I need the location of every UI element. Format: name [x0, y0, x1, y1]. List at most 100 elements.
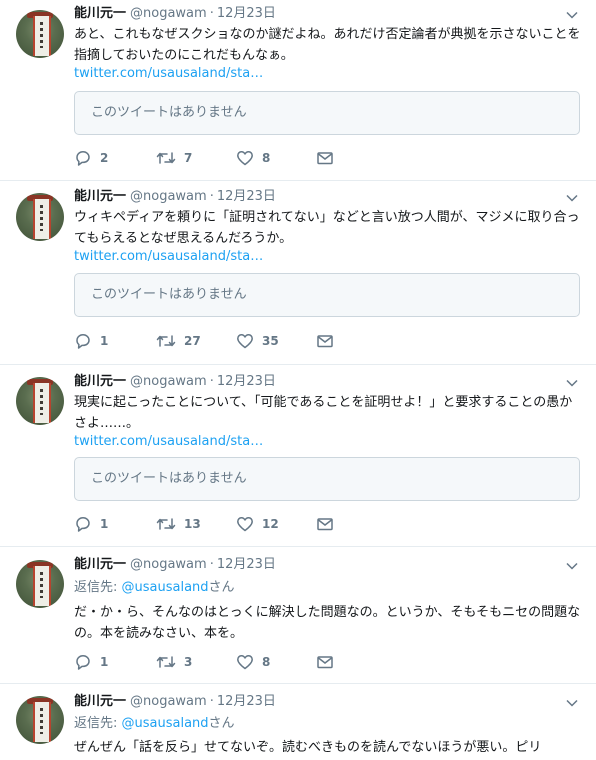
display-name[interactable]: 能川元一 — [74, 6, 126, 21]
user-handle[interactable]: @nogawam — [130, 6, 207, 21]
retweet-button[interactable]: 13 — [156, 514, 201, 534]
retweet-button[interactable]: 3 — [156, 652, 192, 672]
retweet-button[interactable]: 7 — [156, 148, 192, 168]
tweet-link[interactable]: twitter.com/usausaland/sta… — [74, 432, 263, 452]
separator: · — [209, 694, 214, 709]
reply-mention-link[interactable]: @usausaland — [122, 716, 209, 731]
quoted-tweet-unavailable[interactable]: このツイートはありません — [74, 91, 580, 135]
reply-icon — [76, 517, 90, 532]
reply-suffix: さん — [208, 580, 235, 595]
like-button[interactable]: 35 — [236, 331, 279, 351]
tweet-header: 能川元一 @nogawam · 12月23日 — [74, 372, 276, 392]
reply-button[interactable]: 1 — [74, 331, 108, 351]
tweet-text: ぜんぜん「話を反ら」せてないぞ。読むべきものを読んでないほうが悪い。ピリ — [74, 740, 542, 755]
retweet-icon — [156, 335, 176, 347]
envelope-icon — [317, 518, 333, 531]
envelope-icon — [317, 656, 333, 669]
like-count: 12 — [262, 517, 279, 531]
direct-message-button[interactable] — [316, 514, 334, 534]
reply-count: 1 — [100, 517, 109, 531]
reply-icon — [76, 655, 90, 670]
quoted-tweet-unavailable[interactable]: このツイートはありません — [74, 457, 580, 501]
chevron-down-icon[interactable] — [566, 9, 578, 21]
tweet[interactable]: 能川元一 @nogawam · 12月23日 現実に起こったことについて、「可能である… — [0, 365, 596, 547]
reply-button[interactable]: 1 — [74, 652, 108, 672]
retweet-count: 3 — [184, 655, 193, 669]
reply-mention-link[interactable]: @usausaland — [122, 580, 209, 595]
avatar[interactable] — [16, 10, 64, 58]
reply-context: 返信先: @usausalandさん — [74, 714, 235, 734]
avatar[interactable] — [16, 560, 64, 608]
like-button[interactable]: 8 — [236, 652, 270, 672]
reply-count: 1 — [100, 334, 109, 348]
tweet-date[interactable]: 12月23日 — [217, 6, 276, 21]
timeline: 能川元一 @nogawam · 12月23日 あと、これもなぜスクショなのか謎だよね。… — [0, 0, 596, 760]
separator: · — [209, 557, 214, 572]
retweet-count: 13 — [184, 517, 201, 531]
chevron-down-icon[interactable] — [566, 377, 578, 389]
display-name[interactable]: 能川元一 — [74, 189, 126, 204]
quote-unavailable-text: このツイートはありません — [91, 105, 247, 120]
user-handle[interactable]: @nogawam — [130, 694, 207, 709]
avatar[interactable] — [16, 377, 64, 425]
chevron-down-icon[interactable] — [566, 560, 578, 572]
reply-icon — [76, 334, 90, 349]
heart-icon — [237, 655, 253, 670]
tweet[interactable]: 能川元一 @nogawam · 12月23日 あと、これもなぜスクショなのか謎だよね。… — [0, 0, 596, 181]
tweet-actions: 1 3 8 — [74, 652, 374, 672]
tweet-header: 能川元一 @nogawam · 12月23日 — [74, 187, 276, 207]
tweet-link[interactable]: twitter.com/usausaland/sta… — [74, 64, 263, 84]
display-name[interactable]: 能川元一 — [74, 374, 126, 389]
quote-unavailable-text: このツイートはありません — [91, 287, 247, 302]
tweet-text: ウィキペディアを頼りに「証明されてない」などと言い放つ人間が、マジメに取り合って… — [74, 210, 580, 246]
envelope-icon — [317, 335, 333, 348]
avatar[interactable] — [16, 696, 64, 744]
tweet-date[interactable]: 12月23日 — [217, 557, 276, 572]
direct-message-button[interactable] — [316, 148, 334, 168]
tweet-date[interactable]: 12月23日 — [217, 694, 276, 709]
tweet[interactable]: 能川元一 @nogawam · 12月23日 返信先: @usausalandさん ぜ… — [0, 684, 596, 760]
tweet-actions: 1 27 35 — [74, 331, 374, 351]
chevron-down-icon[interactable] — [566, 697, 578, 709]
tweet-date[interactable]: 12月23日 — [217, 189, 276, 204]
user-handle[interactable]: @nogawam — [130, 557, 207, 572]
tweet-text: だ・か・ら、そんなのはとっくに解決した問題なの。というか、そもそもニセの問題なの… — [74, 605, 581, 641]
reply-icon — [76, 151, 90, 166]
separator: · — [209, 189, 214, 204]
envelope-icon — [317, 152, 333, 165]
like-button[interactable]: 12 — [236, 514, 279, 534]
tweet-header: 能川元一 @nogawam · 12月23日 — [74, 692, 276, 712]
retweet-icon — [156, 656, 176, 668]
heart-icon — [237, 517, 253, 532]
like-count: 8 — [262, 151, 271, 165]
tweet[interactable]: 能川元一 @nogawam · 12月23日 ウィキペディアを頼りに「証明されてない」… — [0, 181, 596, 365]
direct-message-button[interactable] — [316, 652, 334, 672]
user-handle[interactable]: @nogawam — [130, 374, 207, 389]
tweet-text: あと、これもなぜスクショなのか謎だよね。あれだけ否定論者が典拠を示さないことを指… — [74, 27, 581, 63]
like-count: 8 — [262, 655, 271, 669]
user-handle[interactable]: @nogawam — [130, 189, 207, 204]
direct-message-button[interactable] — [316, 331, 334, 351]
tweet-link[interactable]: twitter.com/usausaland/sta… — [74, 247, 263, 267]
reply-prefix: 返信先: — [74, 716, 122, 731]
quote-unavailable-text: このツイートはありません — [91, 471, 247, 486]
display-name[interactable]: 能川元一 — [74, 694, 126, 709]
tweet-date[interactable]: 12月23日 — [217, 374, 276, 389]
separator: · — [209, 6, 214, 21]
retweet-count: 27 — [184, 334, 201, 348]
reply-button[interactable]: 2 — [74, 148, 108, 168]
tweet-header: 能川元一 @nogawam · 12月23日 — [74, 555, 276, 575]
reply-suffix: さん — [208, 716, 235, 731]
display-name[interactable]: 能川元一 — [74, 557, 126, 572]
quoted-tweet-unavailable[interactable]: このツイートはありません — [74, 273, 580, 317]
like-count: 35 — [262, 334, 279, 348]
separator: · — [209, 374, 214, 389]
chevron-down-icon[interactable] — [566, 192, 578, 204]
like-button[interactable]: 8 — [236, 148, 270, 168]
retweet-button[interactable]: 27 — [156, 331, 201, 351]
reply-context: 返信先: @usausalandさん — [74, 578, 235, 598]
avatar[interactable] — [16, 193, 64, 241]
tweet[interactable]: 能川元一 @nogawam · 12月23日 返信先: @usausalandさん だ… — [0, 547, 596, 684]
reply-count: 1 — [100, 655, 109, 669]
reply-button[interactable]: 1 — [74, 514, 108, 534]
